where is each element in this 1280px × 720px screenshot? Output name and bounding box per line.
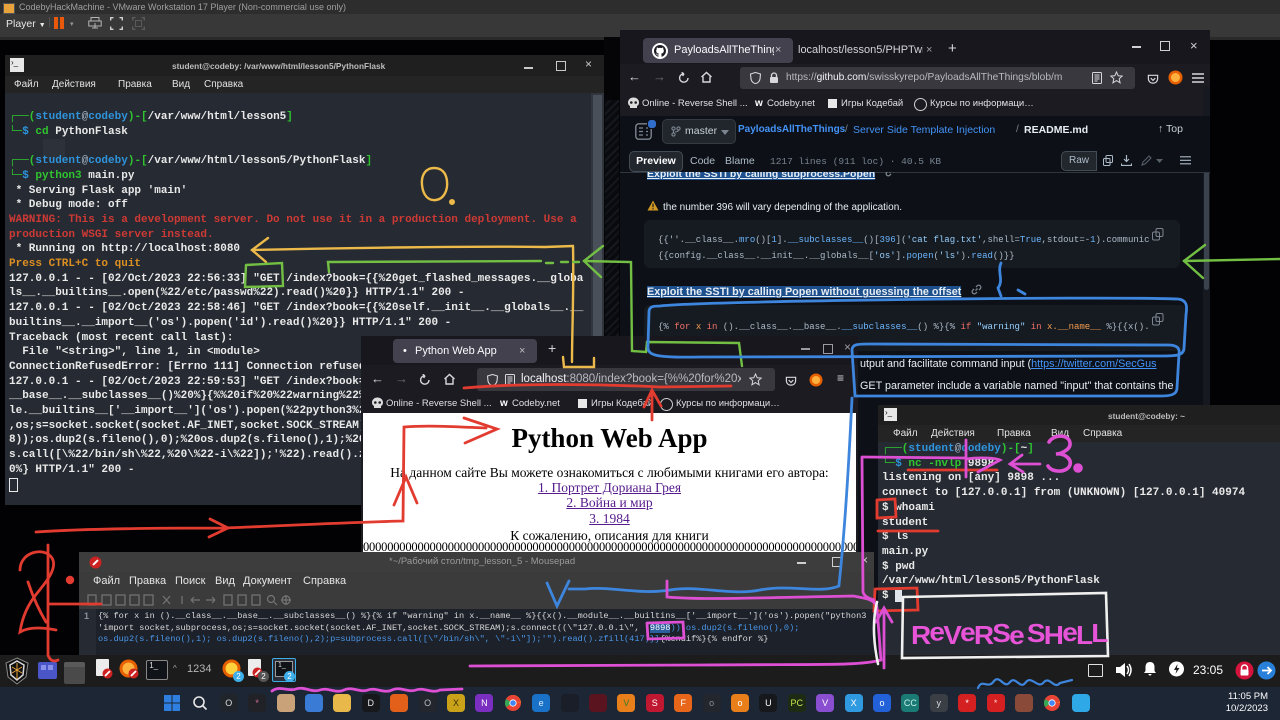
svg-text:ReVeRSeSHeLL: ReVeRSeSHeLL bbox=[911, 617, 1108, 649]
